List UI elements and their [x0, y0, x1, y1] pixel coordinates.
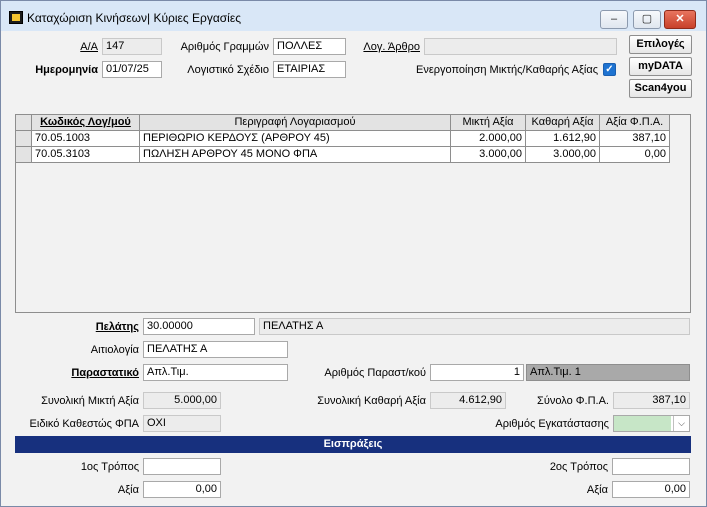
row-indicator[interactable]	[16, 147, 32, 163]
installation-label: Αριθμός Εγκατάστασης	[495, 418, 609, 430]
acc-article-field[interactable]	[424, 38, 617, 55]
amount1-field[interactable]: 0,00	[143, 481, 221, 498]
col-header-description[interactable]: Περιγραφή Λογαριασμού	[140, 115, 451, 131]
grid-cell-description[interactable]: ΠΩΛΗΣΗ ΑΡΘΡΟΥ 45 ΜΟΝΟ ΦΠΑ	[140, 147, 451, 163]
vat-regime-field[interactable]: ΟΧΙ	[143, 415, 221, 432]
aa-label: Α/Α	[80, 41, 98, 53]
row-indicator[interactable]	[16, 131, 32, 147]
customer-name-field[interactable]: ΠΕΛΑΤΗΣ Α	[259, 318, 690, 335]
options-button[interactable]: Επιλογές	[629, 35, 692, 54]
maximize-button[interactable]: ▢	[633, 10, 661, 29]
grid-cell-code[interactable]: 70.05.1003	[32, 131, 140, 147]
document-number-label: Αριθμός Παραστ/κού	[324, 367, 426, 379]
grid-cell-code[interactable]: 70.05.3103	[32, 147, 140, 163]
lines-field[interactable]: ΠΟΛΛΕΣ	[273, 38, 346, 55]
total-gross-label: Συνολική Μικτή Αξία	[41, 395, 139, 407]
aa-field[interactable]: 147	[102, 38, 162, 55]
col-header-vat[interactable]: Αξία Φ.Π.Α.	[600, 115, 670, 131]
installation-value	[614, 416, 671, 431]
reason-field[interactable]: ΠΕΛΑΤΗΣ Α	[143, 341, 288, 358]
gross-net-label: Ενεργοποίηση Μικτής/Καθαρής Αξίας	[416, 64, 598, 76]
document-field[interactable]: Απλ.Τιμ.	[143, 364, 288, 381]
lines-label: Αριθμός Γραμμών	[180, 41, 269, 53]
customer-code-field[interactable]: 30.00000	[143, 318, 255, 335]
grid-cell-gross[interactable]: 3.000,00	[451, 147, 526, 163]
customer-label: Πελάτης	[95, 321, 139, 333]
grid-corner	[16, 115, 32, 131]
close-button[interactable]: ✕	[664, 10, 696, 29]
method1-label: 1ος Τρόπος	[80, 461, 139, 473]
col-header-code[interactable]: Κωδικός Λογ/μού	[32, 115, 140, 131]
entries-grid: Κωδικός Λογ/μού Περιγραφή Λογαριασμού Μι…	[15, 114, 691, 313]
grid-cell-net[interactable]: 3.000,00	[526, 147, 600, 163]
chevron-down-icon[interactable]: ⌵	[673, 416, 689, 431]
mydata-button[interactable]: myDATA	[629, 57, 692, 76]
grid-cell-description[interactable]: ΠΕΡΙΘΩΡΙΟ ΚΕΡΔΟΥΣ (ΑΡΘΡΟΥ 45)	[140, 131, 451, 147]
total-net-label: Συνολική Καθαρή Αξία	[317, 395, 426, 407]
app-icon	[9, 11, 23, 24]
amount2-label: Αξία	[586, 484, 608, 496]
date-label: Ημερομηνία	[35, 64, 98, 76]
installation-combo[interactable]: ⌵	[613, 415, 690, 432]
col-header-net[interactable]: Καθαρή Αξία	[526, 115, 600, 131]
total-gross-field: 5.000,00	[143, 392, 221, 409]
total-vat-field: 387,10	[613, 392, 690, 409]
gross-net-checkbox[interactable]: ✓	[603, 63, 616, 76]
plan-label: Λογιστικό Σχέδιο	[187, 64, 269, 76]
document-label: Παραστατικό	[71, 367, 139, 379]
date-field[interactable]: 01/07/25	[102, 61, 162, 78]
grid-cell-vat[interactable]: 0,00	[600, 147, 670, 163]
receipts-header: Εισπράξεις	[15, 436, 691, 453]
method2-field[interactable]	[612, 458, 690, 475]
window-title: Καταχώριση Κινήσεων| Κύριες Εργασίες	[27, 11, 241, 25]
col-header-gross[interactable]: Μικτή Αξία	[451, 115, 526, 131]
minimize-button[interactable]: –	[600, 10, 628, 29]
document-number-desc: Απλ.Τιμ. 1	[526, 364, 690, 381]
scan4you-button[interactable]: Scan4you	[629, 79, 692, 98]
plan-field[interactable]: ΕΤΑΙΡΙΑΣ	[273, 61, 346, 78]
grid-cell-vat[interactable]: 387,10	[600, 131, 670, 147]
amount2-field[interactable]: 0,00	[612, 481, 690, 498]
main-window: Καταχώριση Κινήσεων| Κύριες Εργασίες – ▢…	[0, 0, 707, 507]
reason-label: Αιτιολογία	[90, 344, 139, 356]
grid-cell-net[interactable]: 1.612,90	[526, 131, 600, 147]
method1-field[interactable]	[143, 458, 221, 475]
grid-cell-gross[interactable]: 2.000,00	[451, 131, 526, 147]
vat-regime-label: Ειδικό Καθεστώς ΦΠΑ	[29, 418, 139, 430]
document-number-field[interactable]: 1	[430, 364, 524, 381]
total-vat-label: Σύνολο Φ.Π.Α.	[537, 395, 609, 407]
method2-label: 2ος Τρόπος	[549, 461, 608, 473]
title-bar: Καταχώριση Κινήσεων| Κύριες Εργασίες – ▢…	[1, 1, 706, 31]
amount1-label: Αξία	[117, 484, 139, 496]
acc-article-label: Λογ. Άρθρο	[363, 41, 420, 53]
total-net-field: 4.612,90	[430, 392, 506, 409]
